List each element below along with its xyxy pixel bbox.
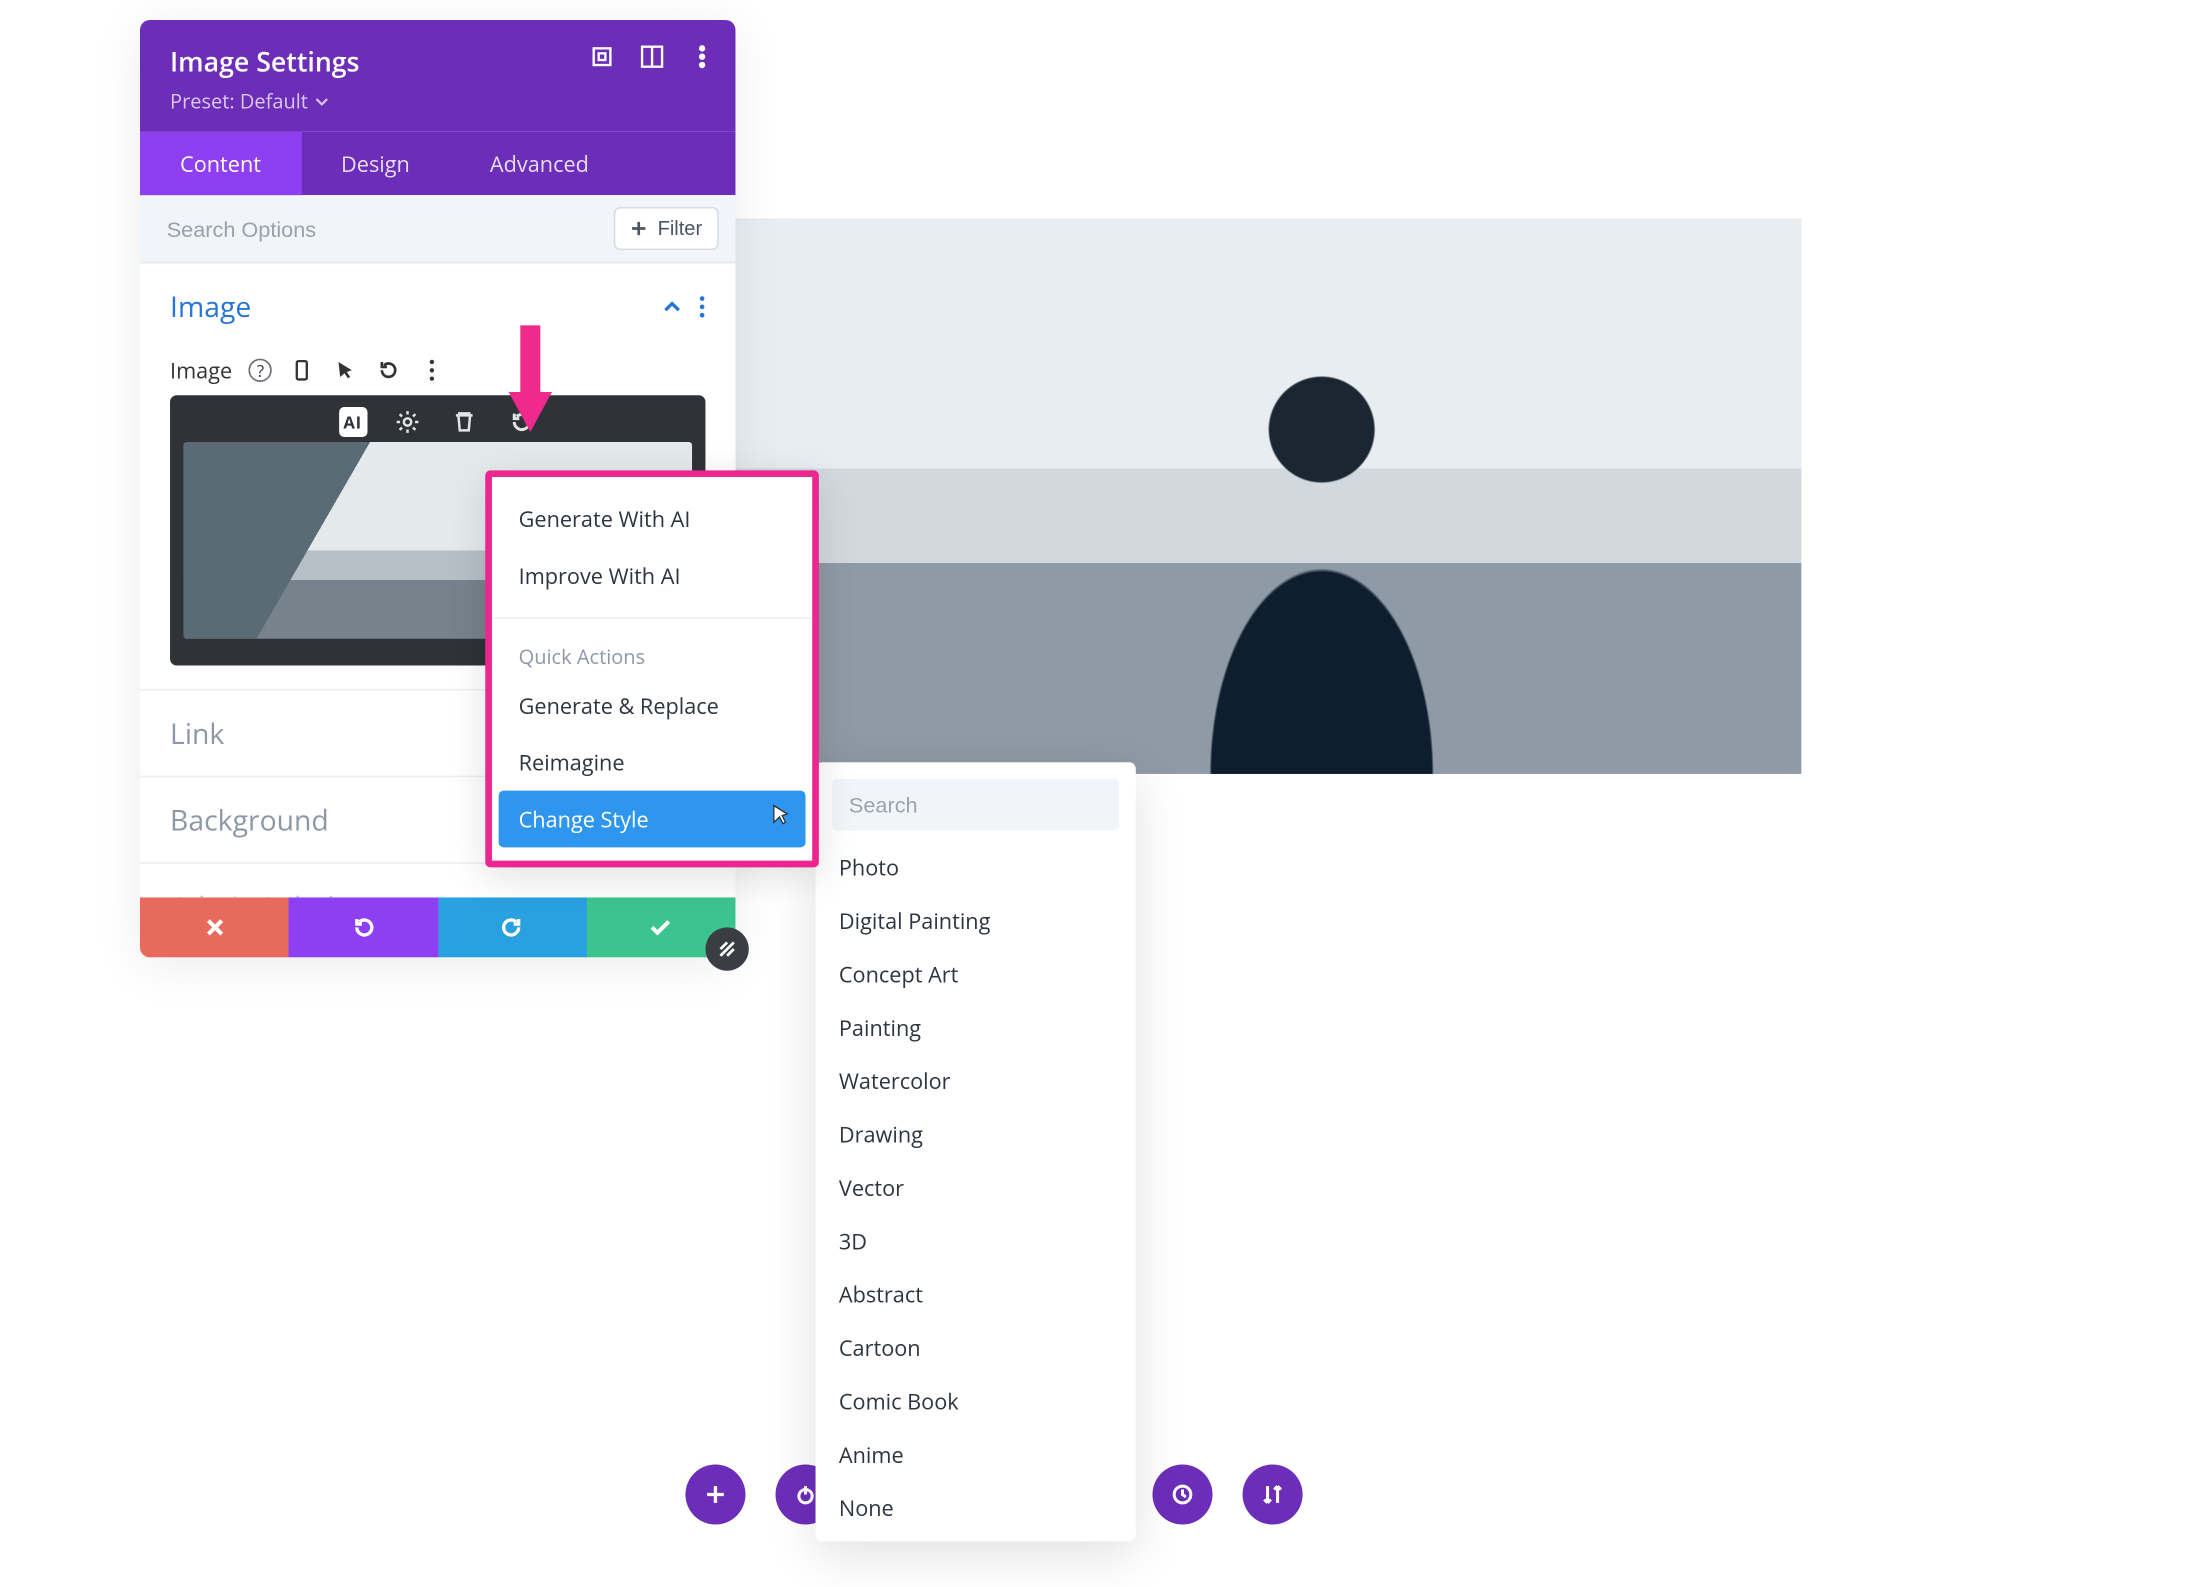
- ai-button[interactable]: AI: [338, 407, 367, 437]
- callout-arrow: [505, 325, 555, 438]
- style-option[interactable]: None: [816, 1481, 1136, 1534]
- fab-sort[interactable]: [1243, 1464, 1303, 1524]
- tab-content[interactable]: Content: [140, 132, 301, 195]
- undo-button[interactable]: [289, 897, 438, 957]
- style-dropdown: Photo Digital Painting Concept Art Paint…: [816, 762, 1136, 1541]
- tab-advanced[interactable]: Advanced: [450, 132, 629, 195]
- style-option[interactable]: Concept Art: [816, 947, 1136, 1000]
- redo-button[interactable]: [438, 897, 587, 957]
- search-options-input[interactable]: [167, 216, 461, 241]
- chevron-up-icon: [662, 296, 682, 316]
- style-option[interactable]: Anime: [816, 1428, 1136, 1481]
- help-icon[interactable]: ?: [249, 359, 272, 382]
- columns-icon[interactable]: [639, 43, 666, 70]
- panel-header[interactable]: Image Settings Preset: Default: [140, 20, 735, 132]
- ai-context-menu: Generate With AI Improve With AI Quick A…: [485, 470, 819, 867]
- cursor-icon: [769, 804, 792, 834]
- style-option[interactable]: Abstract: [816, 1268, 1136, 1321]
- image-field-label: Image: [170, 355, 232, 385]
- panel-tabs: Content Design Advanced: [140, 132, 735, 195]
- preset-selector[interactable]: Preset: Default: [170, 87, 705, 115]
- tab-design[interactable]: Design: [301, 132, 450, 195]
- filter-button[interactable]: Filter: [614, 207, 719, 250]
- section-admin-label-header[interactable]: Admin Label: [140, 864, 735, 897]
- section-image-header[interactable]: Image: [140, 264, 735, 349]
- cancel-button[interactable]: [140, 897, 289, 957]
- trash-icon[interactable]: [447, 405, 480, 438]
- fab-history[interactable]: [1152, 1464, 1212, 1524]
- reset-icon[interactable]: [376, 357, 403, 384]
- style-option[interactable]: Vector: [816, 1161, 1136, 1214]
- menu-caption: Quick Actions: [499, 632, 806, 677]
- panel-action-bar: [140, 897, 735, 957]
- style-option[interactable]: 3D: [816, 1214, 1136, 1267]
- gear-icon[interactable]: [390, 405, 423, 438]
- hover-icon[interactable]: [332, 357, 359, 384]
- menu-change-style[interactable]: Change Style: [499, 791, 806, 848]
- style-option[interactable]: Cartoon: [816, 1321, 1136, 1374]
- page-hero-image: [735, 218, 1801, 773]
- fab-add[interactable]: [685, 1464, 745, 1524]
- style-option[interactable]: Painting: [816, 1001, 1136, 1054]
- more-icon[interactable]: [689, 43, 716, 70]
- menu-generate-replace[interactable]: Generate & Replace: [499, 677, 806, 734]
- style-option[interactable]: Drawing: [816, 1108, 1136, 1161]
- style-option[interactable]: Photo: [816, 841, 1136, 894]
- more-icon[interactable]: [419, 357, 446, 384]
- search-row: Filter: [140, 195, 735, 263]
- device-icon[interactable]: [289, 357, 316, 384]
- expand-icon[interactable]: [589, 43, 616, 70]
- menu-improve-with-ai[interactable]: Improve With AI: [499, 547, 806, 604]
- style-search-input[interactable]: [832, 779, 1119, 831]
- resize-handle[interactable]: [705, 927, 748, 970]
- style-option[interactable]: Digital Painting: [816, 894, 1136, 947]
- more-icon[interactable]: [699, 294, 706, 317]
- menu-generate-with-ai[interactable]: Generate With AI: [499, 490, 806, 547]
- image-field-label-row: Image ?: [170, 355, 705, 385]
- menu-reimagine[interactable]: Reimagine: [499, 734, 806, 791]
- style-option[interactable]: Comic Book: [816, 1374, 1136, 1427]
- style-option[interactable]: Watercolor: [816, 1054, 1136, 1107]
